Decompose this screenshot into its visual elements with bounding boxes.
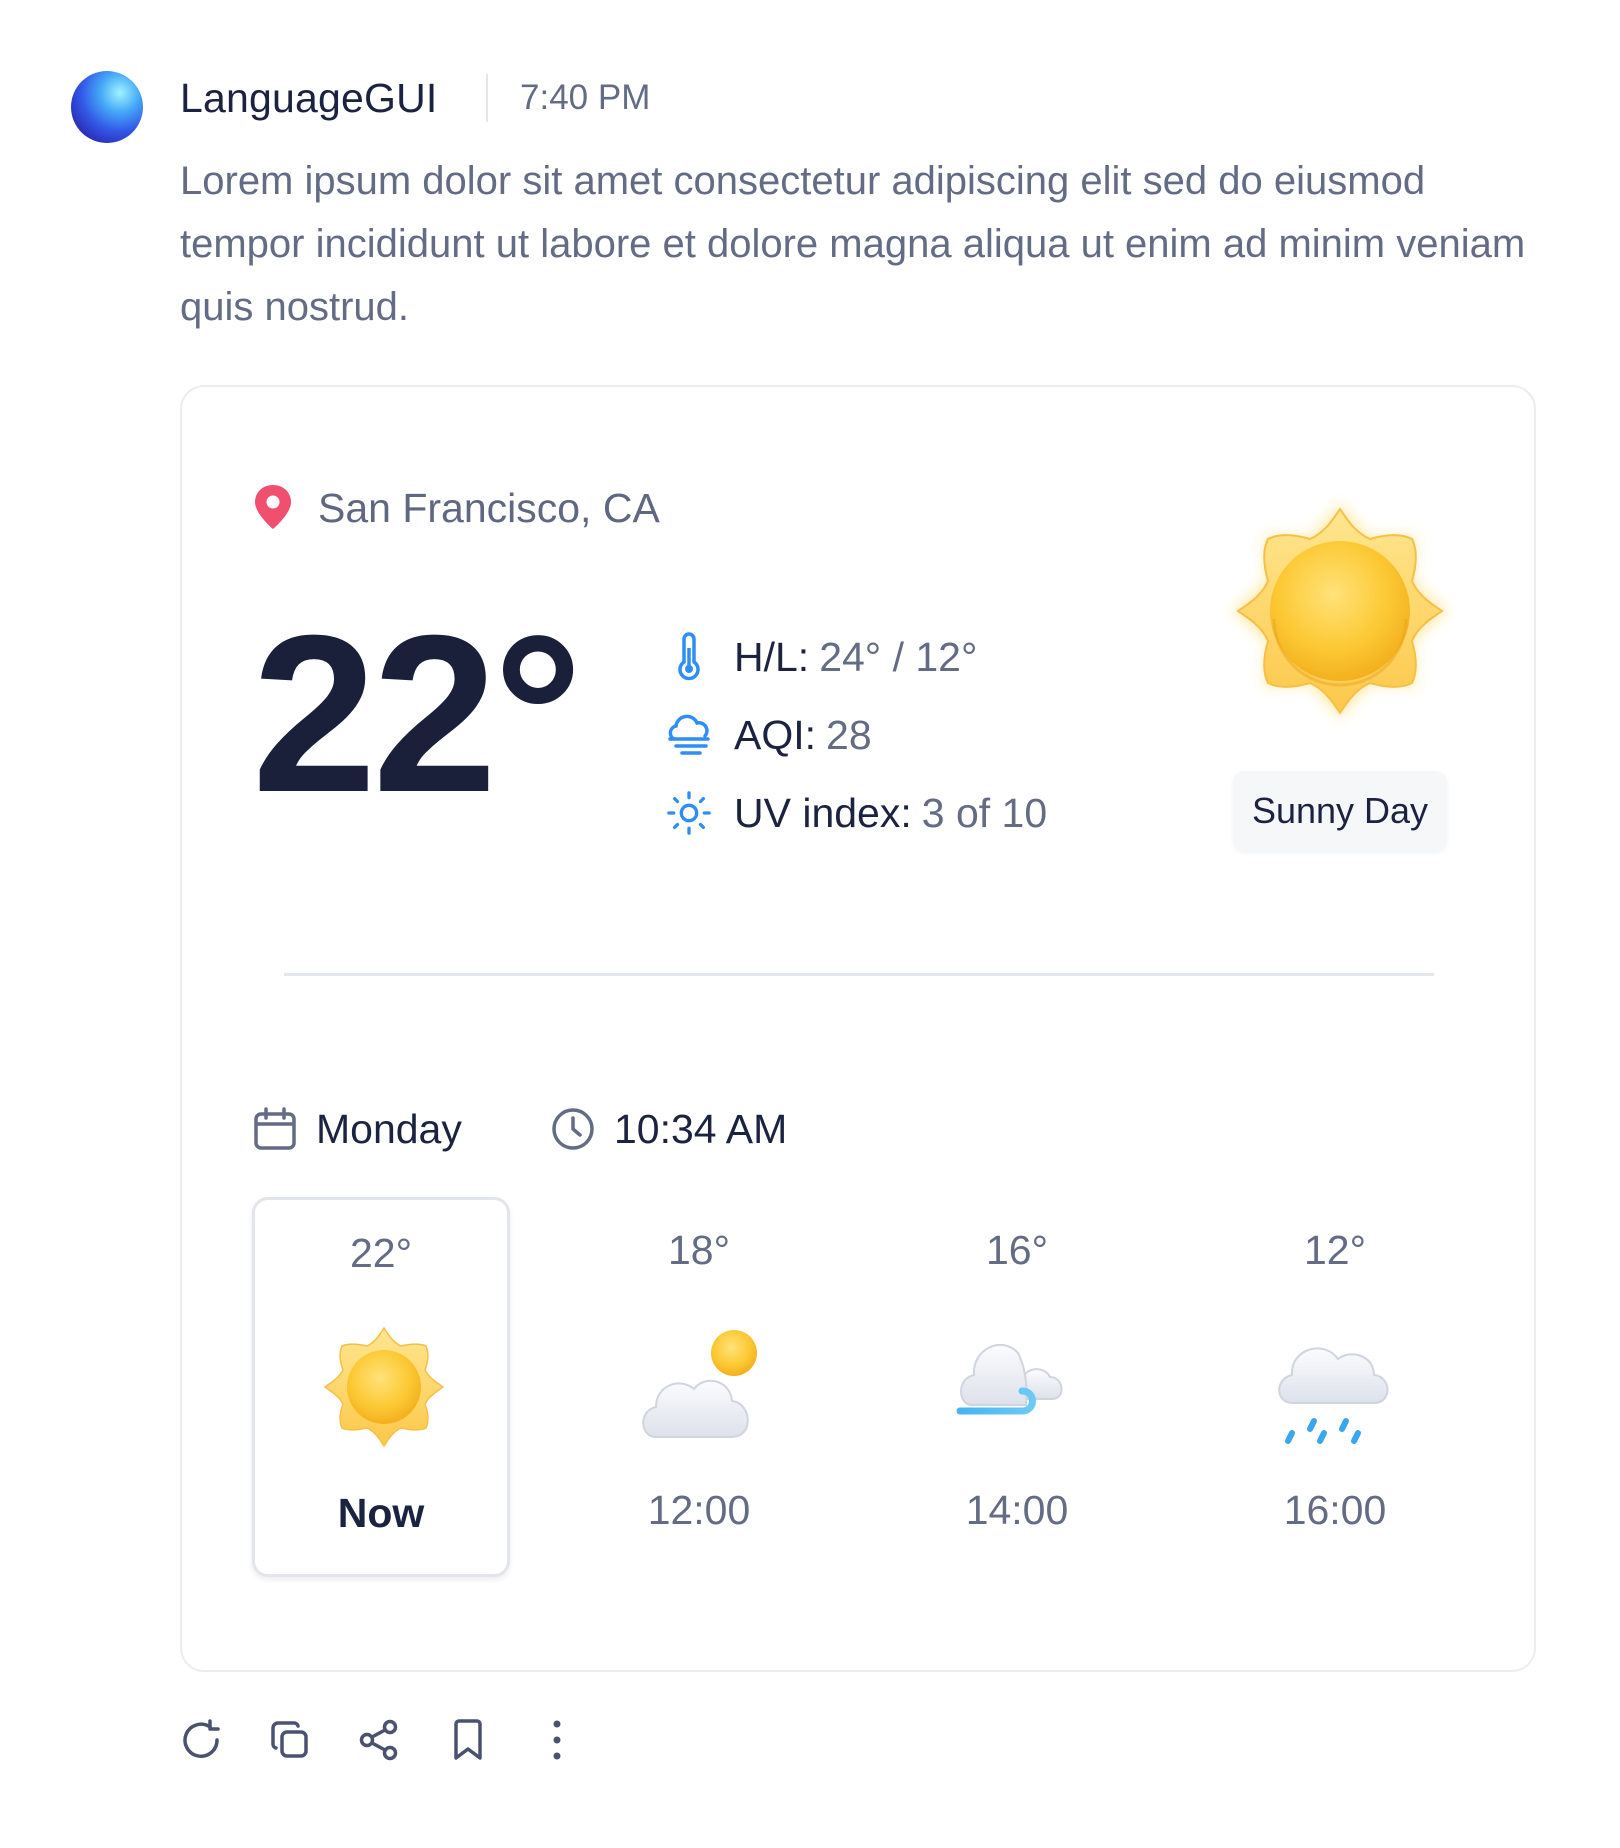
- regenerate-icon: [183, 1719, 220, 1758]
- weather-card: San Francisco, CA 22° H/L: 24° / 12° AQI…: [180, 385, 1536, 1672]
- stat-label: UV index:: [734, 789, 912, 836]
- hourly-temp: 12°: [1303, 1227, 1366, 1273]
- clock-icon: [552, 1108, 594, 1150]
- hourly-label: Now: [337, 1490, 425, 1536]
- more-options-button[interactable]: [534, 1717, 580, 1763]
- sender-name: LanguageGUI: [180, 75, 438, 121]
- stat-value: 28: [826, 711, 872, 758]
- message-text: Lorem ipsum dolor sit amet consectetur a…: [180, 159, 1526, 329]
- regenerate-button[interactable]: [178, 1717, 224, 1763]
- copy-button[interactable]: [267, 1717, 313, 1763]
- condition-badge: Sunny Day: [1233, 771, 1447, 851]
- clock-time: 10:34 AM: [614, 1105, 788, 1152]
- stat-value: 3 of 10: [921, 789, 1048, 836]
- stat-high-low: H/L: 24° / 12°: [666, 629, 977, 685]
- thermometer-icon: [666, 632, 712, 682]
- current-temperature: 22°: [252, 589, 583, 839]
- stat-aqi: AQI: 28: [666, 707, 872, 763]
- partly-cloudy-icon: [642, 1330, 757, 1438]
- hourly-temp: 22°: [349, 1230, 412, 1276]
- header-divider: [486, 74, 488, 122]
- message-time: 7:40 PM: [520, 78, 651, 117]
- day-info: Monday: [252, 1099, 462, 1159]
- section-divider: [284, 973, 1434, 976]
- hourly-temp: 16°: [985, 1227, 1048, 1273]
- stat-label: AQI:: [734, 711, 817, 758]
- location-name: San Francisco, CA: [318, 485, 660, 531]
- message-actions: [178, 1717, 623, 1763]
- avatar: [71, 71, 143, 143]
- rain-cloud-icon: [1278, 1347, 1389, 1444]
- stat-uv-index: UV index: 3 of 10: [666, 785, 1047, 841]
- hourly-item[interactable]: 18° 12:00: [570, 1197, 828, 1577]
- air-quality-icon: [666, 710, 712, 760]
- sunny-icon: [1232, 503, 1448, 719]
- hourly-label: 14:00: [965, 1487, 1069, 1533]
- hourly-label: 16:00: [1283, 1487, 1387, 1533]
- hourly-item-now[interactable]: 22° Now: [252, 1197, 510, 1577]
- more-icon: [553, 1720, 561, 1760]
- share-icon: [359, 1719, 398, 1761]
- copy-icon: [271, 1721, 308, 1758]
- location-pin-icon: [255, 485, 291, 529]
- bookmark-button[interactable]: [445, 1717, 491, 1763]
- hourly-item[interactable]: 12° 16:00: [1206, 1197, 1464, 1577]
- stat-label: H/L:: [734, 633, 810, 680]
- windy-cloud-icon: [956, 1343, 1074, 1435]
- bookmark-icon: [454, 1719, 482, 1760]
- uv-sun-icon: [666, 788, 712, 838]
- stat-value: 24° / 12°: [819, 633, 978, 680]
- sunny-icon: [323, 1326, 445, 1448]
- clock-info: 10:34 AM: [550, 1099, 787, 1159]
- hourly-item[interactable]: 16° 14:00: [888, 1197, 1146, 1577]
- day-name: Monday: [316, 1105, 462, 1152]
- hourly-temp: 18°: [667, 1227, 730, 1273]
- share-button[interactable]: [356, 1717, 402, 1763]
- calendar-icon: [254, 1107, 296, 1150]
- hourly-label: 12:00: [647, 1487, 751, 1533]
